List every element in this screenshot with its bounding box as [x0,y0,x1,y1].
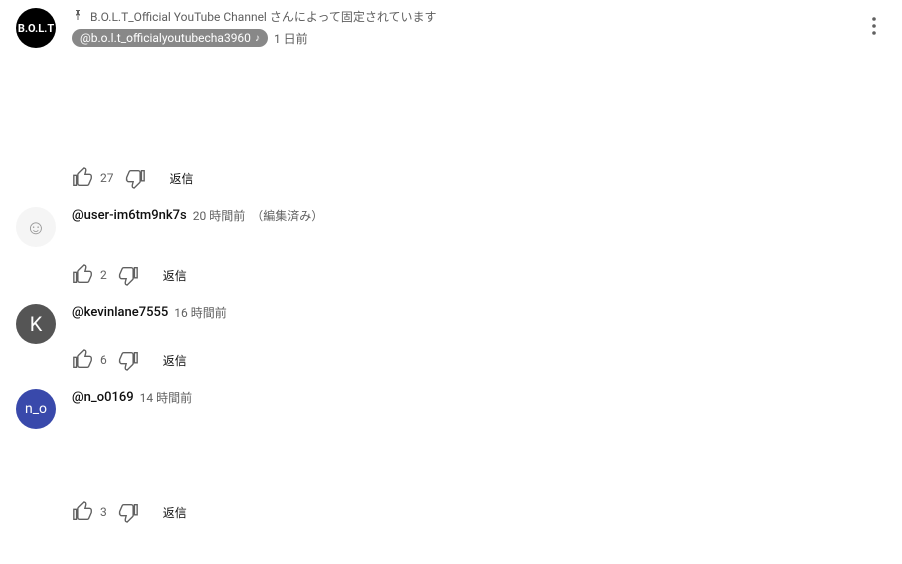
pin-icon [72,9,84,24]
avatar[interactable]: ☺ [16,207,56,247]
timestamp[interactable]: 16 時間前 [174,304,226,321]
comment-header: @b.o.l.t_officialyoutubecha3960 ♪ 1 日前 [72,29,846,47]
music-note-icon: ♪ [255,33,260,44]
like-button[interactable]: 6 [72,349,107,371]
reply-button[interactable]: 返信 [163,504,187,521]
dislike-button[interactable] [117,264,139,286]
comment-header: @user-im6tm9nk7s 20 時間前 （編集済み） [72,207,846,224]
comments-section: B.O.L.T B.O.L.T_Official YouTube Channel… [0,0,902,557]
avatar-column: ☺ [16,207,72,296]
author-chip[interactable]: @b.o.l.t_officialyoutubecha3960 ♪ [72,29,268,47]
like-count: 6 [100,353,107,367]
timestamp[interactable]: 14 時間前 [140,389,192,406]
comment-actions: 27 返信 [72,167,846,189]
comment-actions: 6 返信 [72,349,846,371]
more-column [846,207,886,296]
comment-actions: 2 返信 [72,264,846,286]
comment-header: @kevinlane7555 16 時間前 [72,304,846,321]
like-button[interactable]: 3 [72,501,107,523]
comment-item: ☺ @user-im6tm9nk7s 20 時間前 （編集済み） 2 返信 [16,207,886,296]
timestamp[interactable]: 20 時間前 [193,207,245,224]
like-button[interactable]: 27 [72,167,114,189]
like-count: 2 [100,268,107,282]
comment-actions: 3 返信 [72,501,846,523]
comment-text [72,410,846,495]
reply-button[interactable]: 返信 [163,267,187,284]
like-button[interactable]: 2 [72,264,107,286]
more-column [846,8,886,199]
comment-body: @n_o0169 14 時間前 3 返信 [72,389,846,533]
comment-item: n_o @n_o0169 14 時間前 3 返信 [16,389,886,533]
dislike-button[interactable] [124,167,146,189]
pinned-label: B.O.L.T_Official YouTube Channel さんによって固… [90,8,437,25]
comment-body: @kevinlane7555 16 時間前 6 返信 [72,304,846,381]
comment-text [72,325,846,343]
reply-button[interactable]: 返信 [170,170,194,187]
dislike-button[interactable] [117,349,139,371]
comment-text [72,51,846,161]
comment-item: K @kevinlane7555 16 時間前 6 返信 [16,304,886,381]
more-column [846,389,886,533]
author-chip-text: @b.o.l.t_officialyoutubecha3960 [80,31,251,45]
avatar[interactable]: K [16,304,56,344]
avatar[interactable]: B.O.L.T [16,8,56,48]
dislike-button[interactable] [117,501,139,523]
comment-body: @user-im6tm9nk7s 20 時間前 （編集済み） 2 返信 [72,207,846,296]
author-name[interactable]: @user-im6tm9nk7s [72,208,187,223]
like-count: 3 [100,505,107,519]
edited-label: （編集済み） [251,207,323,224]
timestamp[interactable]: 1 日前 [274,30,308,47]
comment-pinned: B.O.L.T B.O.L.T_Official YouTube Channel… [16,8,886,199]
more-column [846,304,886,381]
comment-text [72,228,846,258]
avatar-column: K [16,304,72,381]
comment-body: B.O.L.T_Official YouTube Channel さんによって固… [72,8,846,199]
like-count: 27 [100,171,114,185]
pinned-label-row: B.O.L.T_Official YouTube Channel さんによって固… [72,8,846,25]
avatar-column: B.O.L.T [16,8,72,199]
avatar-column: n_o [16,389,72,533]
author-name[interactable]: @n_o0169 [72,390,134,405]
avatar[interactable]: n_o [16,389,56,429]
more-options-icon[interactable] [862,14,886,42]
comment-header: @n_o0169 14 時間前 [72,389,846,406]
reply-button[interactable]: 返信 [163,352,187,369]
author-name[interactable]: @kevinlane7555 [72,305,168,320]
